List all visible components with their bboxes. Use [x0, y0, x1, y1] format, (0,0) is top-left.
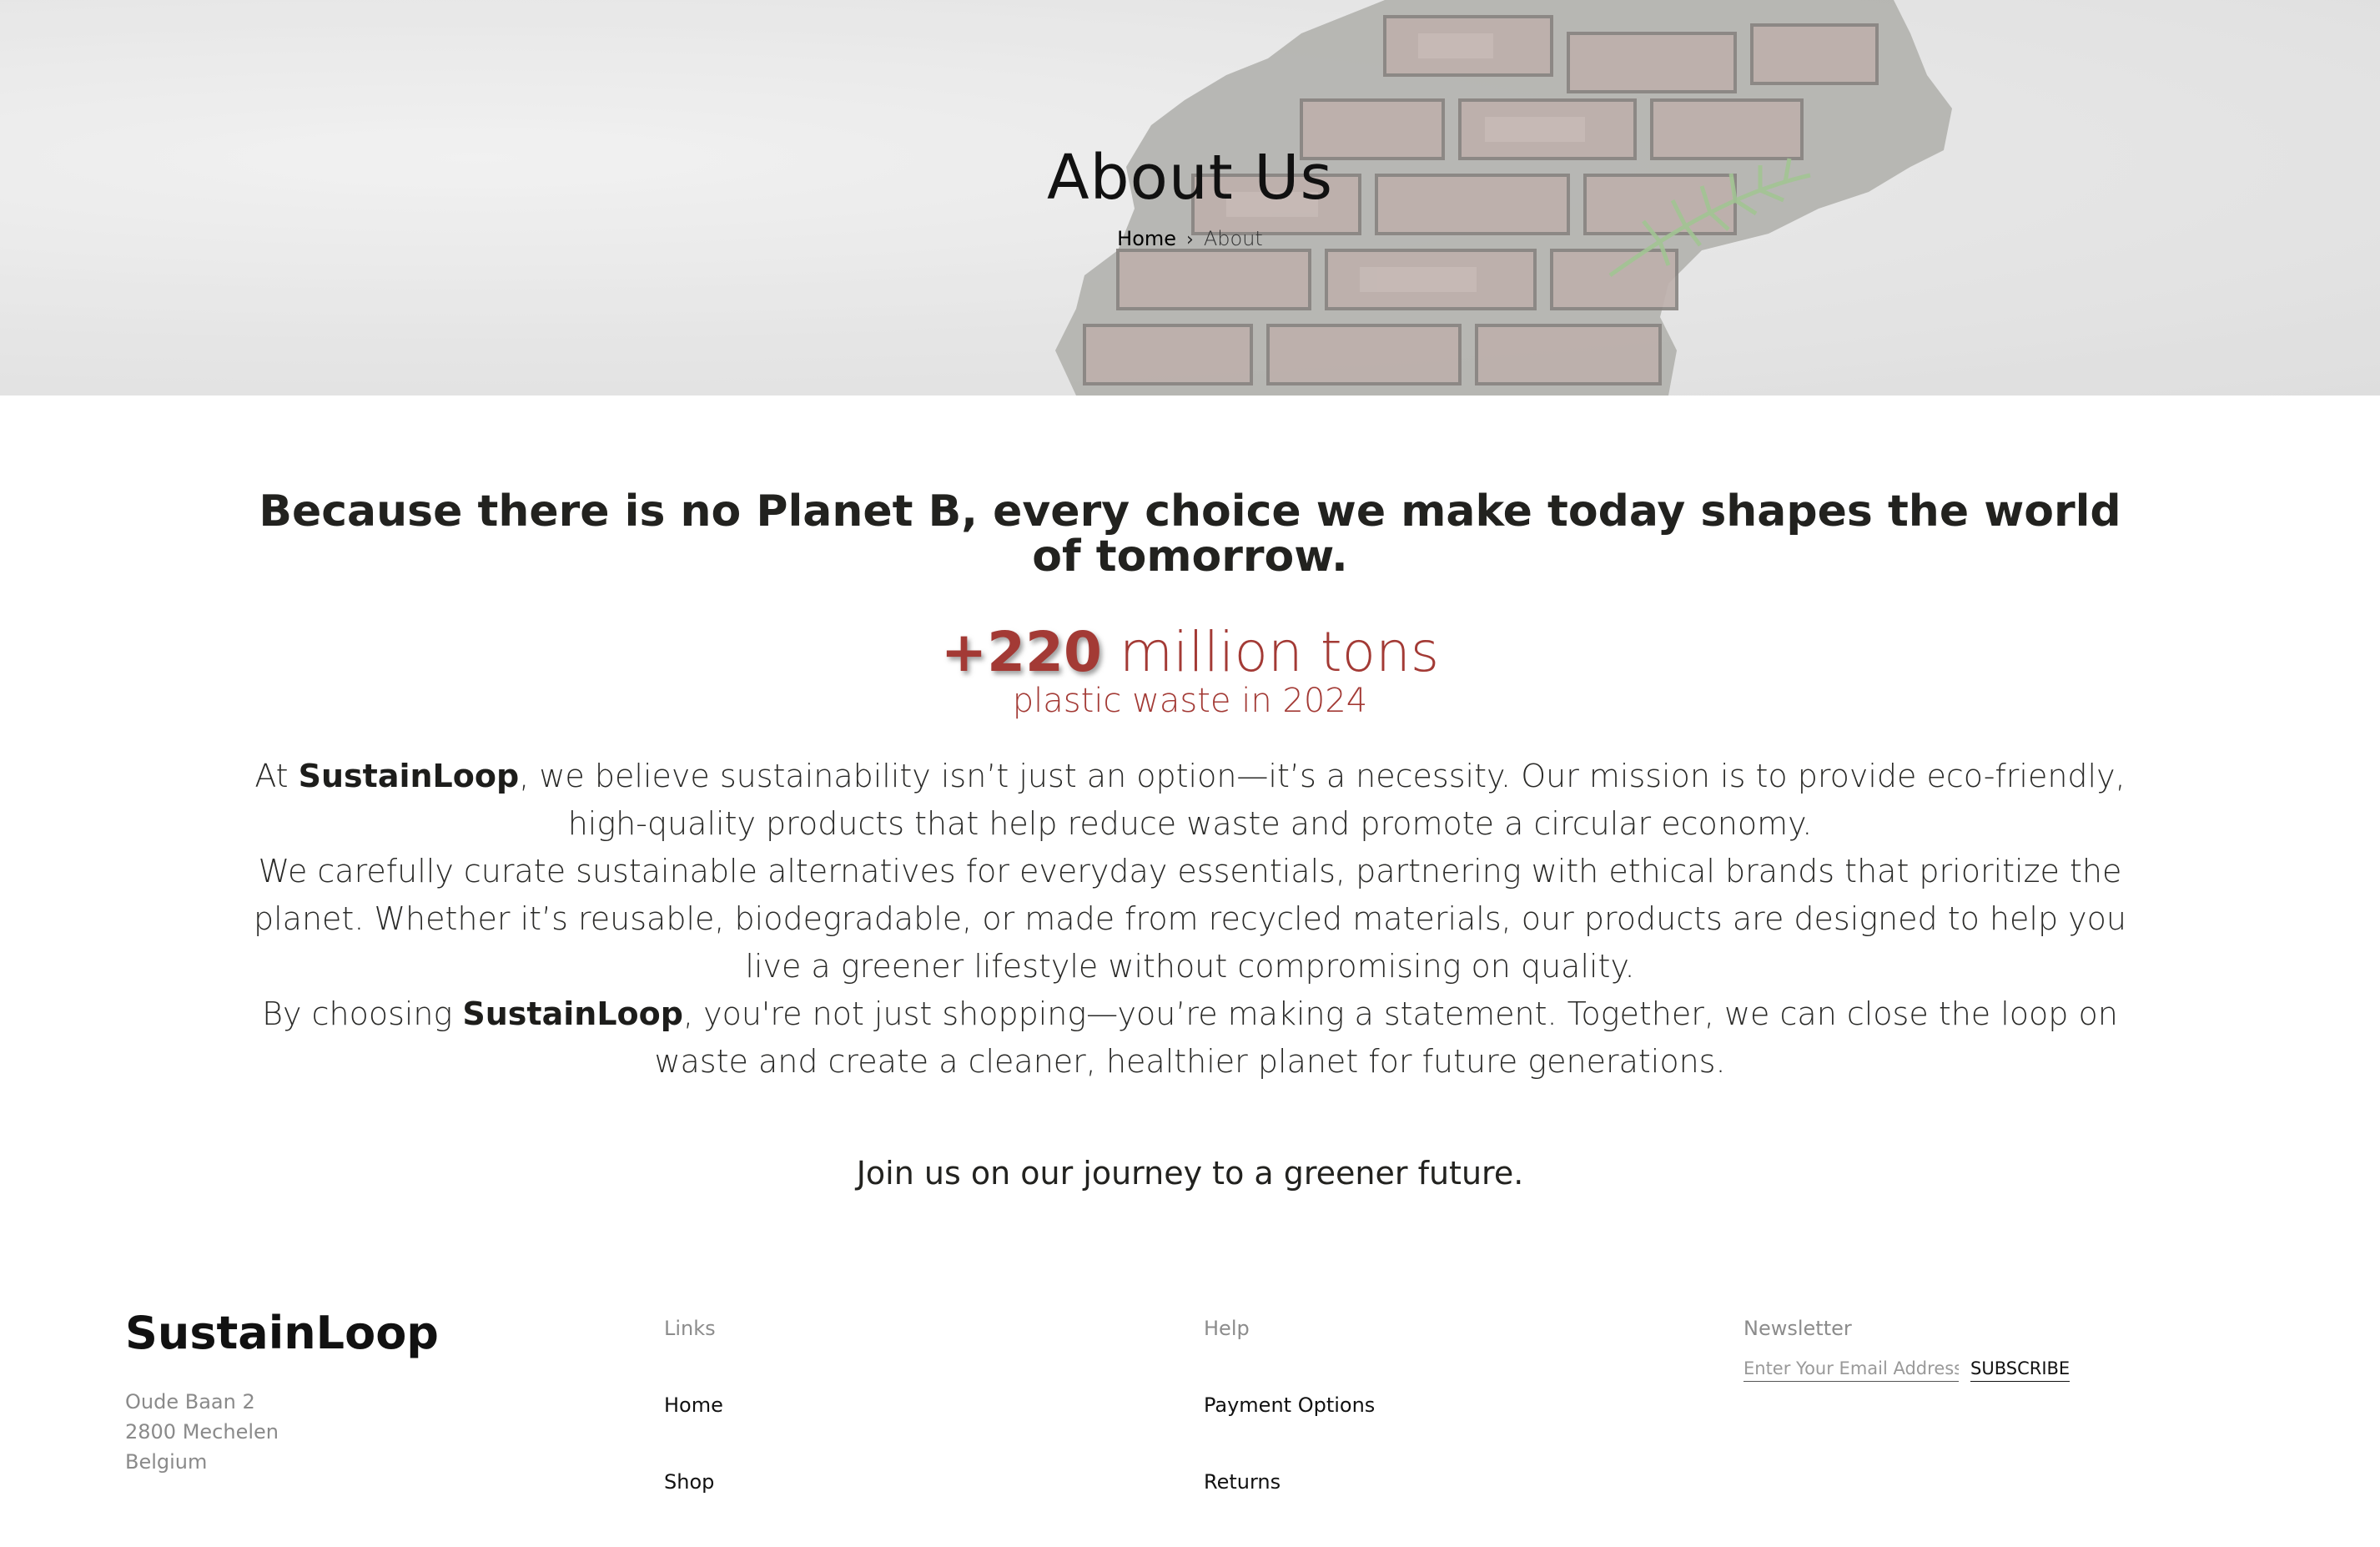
- breadcrumb-current: About: [1203, 227, 1263, 250]
- footer-link-returns[interactable]: Returns: [1204, 1470, 1375, 1494]
- subscribe-button[interactable]: SUBSCRIBE: [1970, 1357, 2071, 1382]
- mission-headline: Because there is no Planet B, every choi…: [259, 486, 2121, 582]
- stat-number: +220: [940, 620, 1102, 684]
- plastic-waste-stat: +220 million tons plastic waste in 2024: [0, 620, 2380, 720]
- site-footer: SustainLoop Oude Baan 2 2800 Mechelen Be…: [0, 1285, 2380, 1501]
- breadcrumb-home-link[interactable]: Home: [1117, 227, 1176, 250]
- hero-banner: About Us Home › About: [0, 0, 2380, 396]
- paragraph-curation: We carefully curate sustainable alternat…: [254, 853, 2126, 985]
- footer-link-home[interactable]: Home: [664, 1393, 723, 1417]
- footer-help-column: Help Payment Options Returns: [1204, 1317, 1375, 1547]
- address-line: Belgium: [125, 1450, 208, 1474]
- chevron-right-icon: ›: [1186, 229, 1194, 250]
- brand-mention: SustainLoop: [462, 995, 683, 1032]
- footer-links-column: Links Home Shop: [664, 1317, 723, 1547]
- newsletter-form: SUBSCRIBE: [1743, 1357, 2071, 1382]
- address-line: 2800 Mechelen: [125, 1420, 279, 1444]
- footer-address: Oude Baan 2 2800 Mechelen Belgium: [125, 1387, 279, 1477]
- footer-link-payment-options[interactable]: Payment Options: [1204, 1393, 1375, 1417]
- footer-logo[interactable]: SustainLoop: [125, 1307, 439, 1359]
- footer-link-shop[interactable]: Shop: [664, 1470, 723, 1494]
- brand-mention: SustainLoop: [298, 758, 520, 794]
- page-title: About Us: [1046, 142, 1334, 214]
- stat-caption: plastic waste in 2024: [1012, 682, 1368, 720]
- newsletter-email-input[interactable]: [1743, 1357, 1959, 1382]
- about-body: At SustainLoop, we believe sustainabilit…: [242, 753, 2138, 1086]
- paragraph-mission: At SustainLoop, we believe sustainabilit…: [254, 758, 2126, 842]
- address-line: Oude Baan 2: [125, 1390, 255, 1413]
- paragraph-statement: By choosing SustainLoop, you're not just…: [262, 995, 2118, 1080]
- help-heading: Help: [1204, 1317, 1250, 1340]
- footer-newsletter-column: Newsletter SUBSCRIBE: [1743, 1317, 2071, 1382]
- breadcrumb: Home › About: [0, 227, 2380, 250]
- stat-unit: million tons: [1119, 620, 1440, 684]
- journey-cta: Join us on our journey to a greener futu…: [856, 1155, 1524, 1192]
- links-heading: Links: [664, 1317, 716, 1340]
- newsletter-heading: Newsletter: [1743, 1317, 1852, 1340]
